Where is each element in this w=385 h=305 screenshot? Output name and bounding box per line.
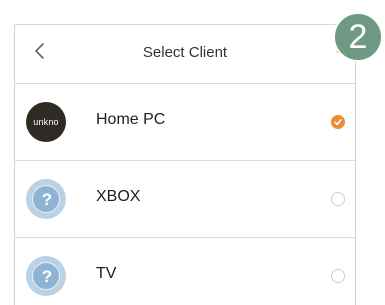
top-bar: Select Client bbox=[15, 25, 355, 84]
help-icon: ? bbox=[26, 179, 66, 219]
client-name: TV bbox=[96, 265, 117, 282]
client-row-home-pc[interactable]: unkno Home PC bbox=[15, 84, 355, 161]
page-title: Select Client bbox=[142, 44, 228, 61]
step-number-badge: 2 bbox=[333, 12, 383, 62]
client-name: XBOX bbox=[96, 188, 141, 205]
screenshot-frame: Select Client unkno Home PC ? XBOX ? TV bbox=[0, 0, 385, 305]
unselected-radio[interactable] bbox=[331, 192, 345, 206]
unknown-avatar: unkno bbox=[26, 102, 66, 142]
client-row-tv[interactable]: ? TV bbox=[15, 238, 355, 305]
client-row-xbox[interactable]: ? XBOX bbox=[15, 161, 355, 238]
unselected-radio[interactable] bbox=[331, 269, 345, 283]
select-client-screen: Select Client unkno Home PC ? XBOX ? TV bbox=[14, 24, 356, 305]
client-name: Home PC bbox=[96, 111, 166, 128]
help-icon: ? bbox=[26, 256, 66, 296]
selected-radio[interactable] bbox=[331, 115, 345, 129]
checkmark-icon bbox=[334, 118, 342, 126]
